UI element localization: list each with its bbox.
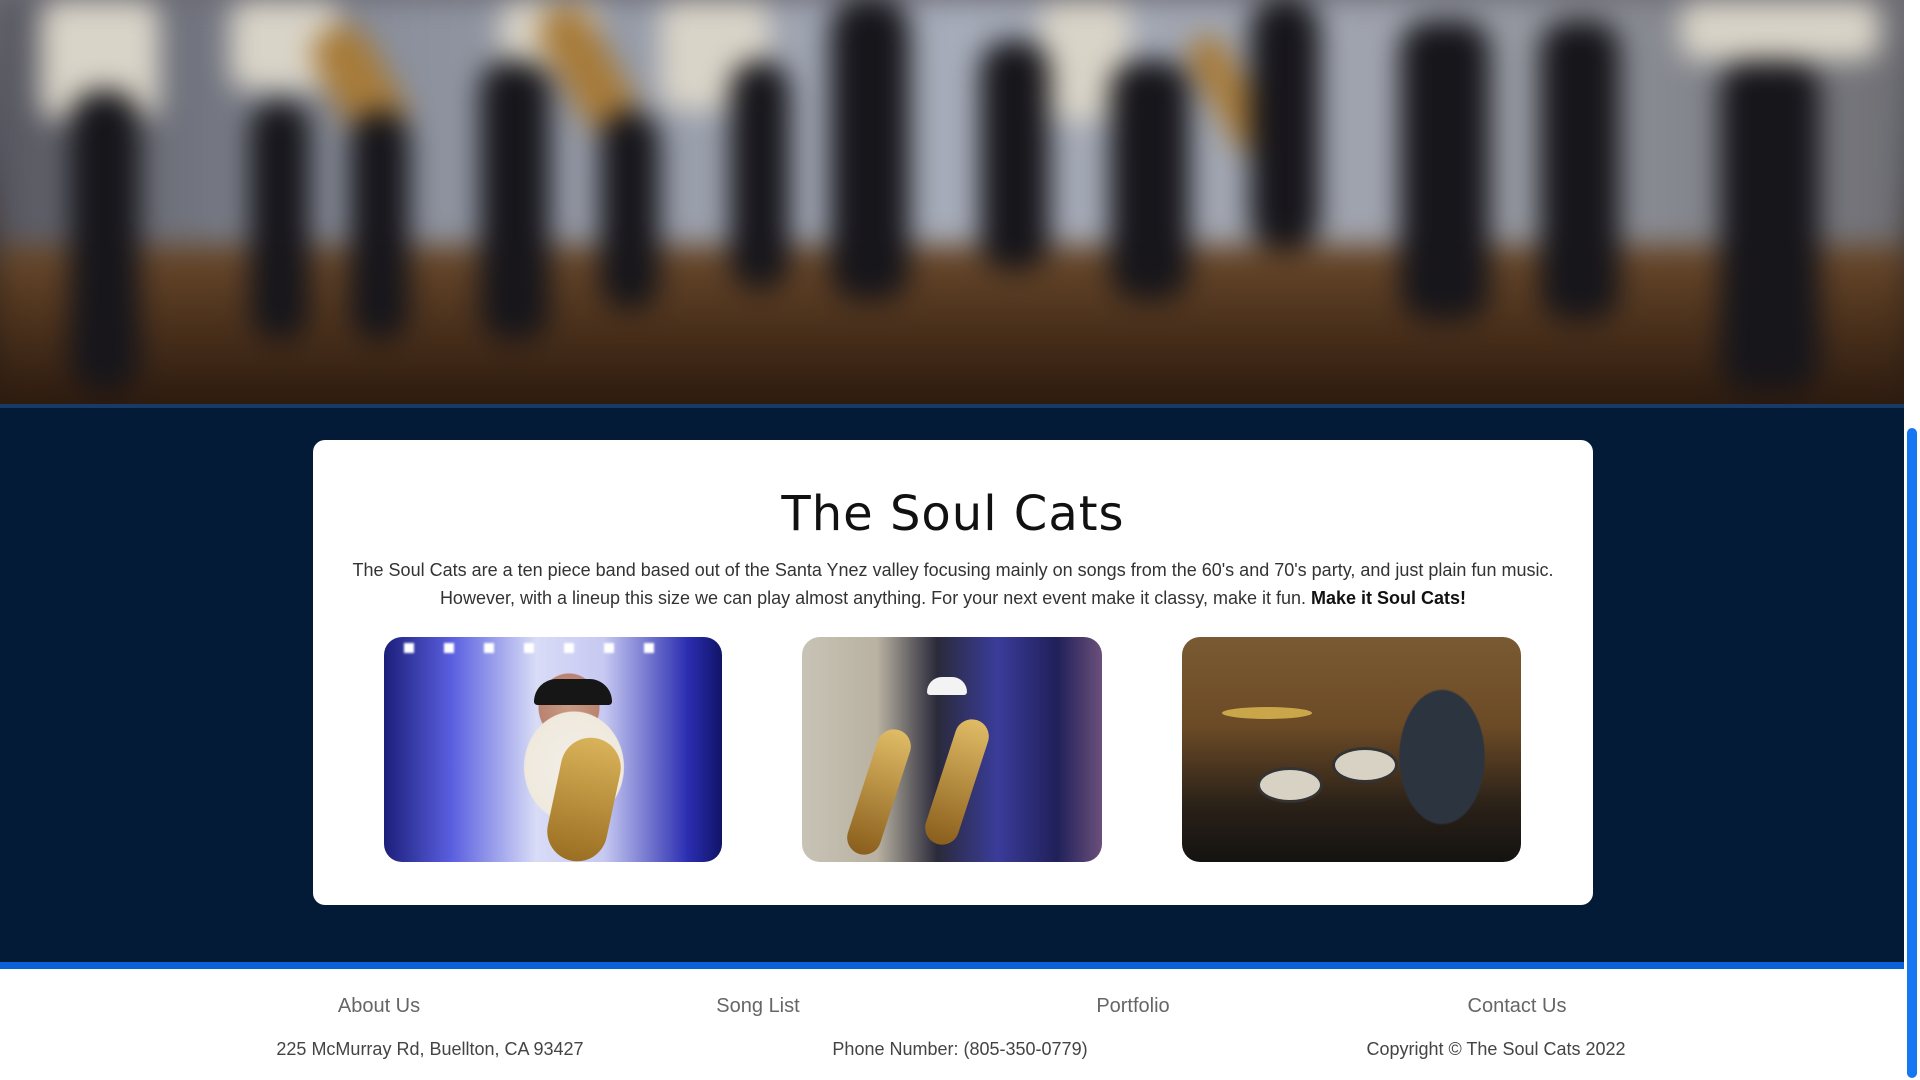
hero-band-photo — [0, 0, 1904, 408]
band-title: The Soul Cats — [781, 486, 1125, 542]
hero-photo-content — [0, 0, 1904, 408]
vertical-scrollbar[interactable] — [1904, 0, 1920, 1080]
footer-copyright: Copyright © The Soul Cats 2022 — [1366, 1039, 1626, 1059]
footer-phone: Phone Number: (805-350-0779) — [832, 1039, 1088, 1059]
footer-accent-line — [0, 962, 1904, 969]
band-description: The Soul Cats are a ten piece band based… — [327, 556, 1579, 612]
page: The Soul Cats The Soul Cats are a ten pi… — [0, 0, 1904, 1080]
tagline: Make it Soul Cats! — [1311, 588, 1467, 608]
footer: About Us Song List Portfolio Contact Us … — [0, 969, 1904, 1080]
footer-link-contact-us[interactable]: Contact Us — [1417, 995, 1617, 1018]
about-card: The Soul Cats The Soul Cats are a ten pi… — [313, 440, 1593, 905]
photo-saxophonist — [384, 637, 722, 862]
footer-link-portfolio[interactable]: Portfolio — [1033, 995, 1233, 1018]
footer-link-song-list[interactable]: Song List — [658, 995, 858, 1018]
photo-drummer — [1182, 637, 1521, 862]
photo-horn-section — [802, 637, 1102, 862]
scrollbar-thumb[interactable] — [1907, 428, 1917, 1078]
footer-address: 225 McMurray Rd, Buellton, CA 93427 — [276, 1039, 584, 1059]
footer-link-about-us[interactable]: About Us — [279, 995, 479, 1018]
